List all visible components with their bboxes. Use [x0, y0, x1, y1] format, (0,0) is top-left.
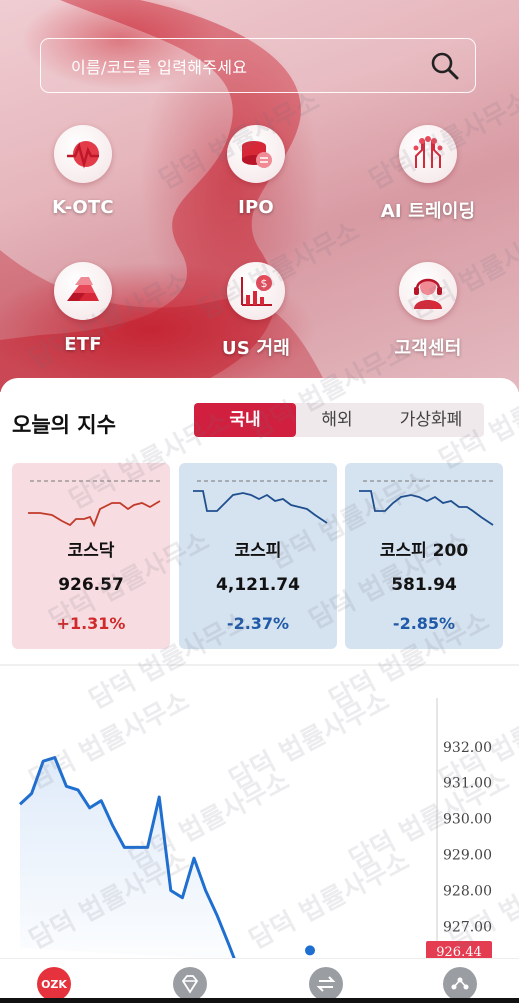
- system-gesture-bar: [0, 998, 519, 1003]
- diamond-icon: [173, 967, 207, 1001]
- menu-label: AI 트레이딩: [380, 201, 476, 222]
- menu-label: K-OTC: [52, 197, 114, 218]
- tab-overseas[interactable]: 해외: [296, 403, 378, 437]
- dollar-chart-icon: $: [227, 262, 285, 320]
- section-divider: [0, 664, 519, 666]
- hero-banner: 이름/코드를 입력해주세요 K-OTC IPO AI 트레이딩 ETF $ US…: [0, 0, 519, 392]
- menu-us-trading[interactable]: $ US 거래: [176, 262, 336, 360]
- pulse-chart-icon: [54, 125, 112, 183]
- tab-crypto[interactable]: 가상화폐: [378, 403, 484, 437]
- index-name: 코스피 200: [379, 541, 469, 561]
- current-price-dot: [305, 945, 315, 956]
- sparkline-kospi200: [359, 480, 494, 526]
- bottom-nav: OZK: [0, 958, 519, 1003]
- index-change: -2.37%: [226, 614, 290, 633]
- index-card-kosdaq[interactable]: 코스닥 926.57 +1.31%: [12, 463, 170, 649]
- svg-text:$: $: [261, 277, 268, 290]
- headset-agent-icon: [399, 262, 457, 320]
- nav-diamond[interactable]: [173, 967, 207, 1001]
- coin-exchange-icon: [227, 125, 285, 183]
- y-tick-label: 932.00: [443, 740, 492, 756]
- y-tick-label: 931.00: [443, 776, 492, 792]
- market-tabs: 국내 해외 가상화폐: [194, 403, 484, 437]
- search-box[interactable]: 이름/코드를 입력해주세요: [40, 38, 476, 93]
- menu-customer-center[interactable]: 고객센터: [348, 262, 508, 360]
- section-title: 오늘의 지수: [12, 413, 116, 437]
- current-price-tag: 926.44: [426, 941, 492, 958]
- y-tick-label: 929.00: [443, 848, 492, 864]
- menu-label: ETF: [64, 334, 102, 355]
- index-name: 코스닥: [67, 541, 115, 561]
- ozk-logo-icon: OZK: [37, 967, 71, 1001]
- kosdaq-intraday-chart[interactable]: 932.00 931.00 930.00 929.00 928.00 927.00 926…: [0, 690, 519, 958]
- current-price-label: 926.44: [436, 945, 482, 958]
- transfer-arrows-icon: [309, 967, 343, 1001]
- search-input[interactable]: 이름/코드를 입력해주세요: [71, 54, 429, 78]
- sparkline-kosdaq: [28, 480, 161, 528]
- menu-ipo[interactable]: IPO: [176, 125, 336, 218]
- y-tick-label: 928.00: [443, 884, 492, 900]
- chart-area-fill: [20, 757, 235, 958]
- menu-label: US 거래: [222, 338, 290, 359]
- index-card-kospi[interactable]: 코스피 4,121.74 -2.37%: [179, 463, 337, 649]
- menu-label: 고객센터: [394, 338, 462, 359]
- y-tick-label: 930.00: [443, 812, 492, 828]
- index-name: 코스피: [234, 541, 282, 561]
- index-value: 4,121.74: [216, 575, 300, 595]
- menu-ai-trading[interactable]: AI 트레이딩: [348, 125, 508, 223]
- nav-home[interactable]: OZK: [37, 967, 71, 1001]
- gold-bars-icon: [54, 262, 112, 320]
- index-change: +1.31%: [56, 614, 126, 633]
- tab-domestic[interactable]: 국내: [194, 403, 296, 437]
- y-tick-label: 927.00: [443, 919, 492, 935]
- sparkline-kospi: [193, 480, 328, 524]
- share-nodes-icon: [443, 967, 477, 1001]
- menu-label: IPO: [238, 197, 274, 218]
- search-icon[interactable]: [429, 50, 461, 82]
- menu-k-otc[interactable]: K-OTC: [3, 125, 163, 218]
- circuit-icon: [399, 125, 457, 183]
- nav-transfer[interactable]: [309, 967, 343, 1001]
- menu-etf[interactable]: ETF: [3, 262, 163, 355]
- index-value: 926.57: [58, 575, 124, 595]
- index-change: -2.85%: [392, 614, 456, 633]
- index-value: 581.94: [391, 575, 457, 595]
- nav-share[interactable]: [443, 967, 477, 1001]
- index-card-kospi200[interactable]: 코스피 200 581.94 -2.85%: [345, 463, 503, 649]
